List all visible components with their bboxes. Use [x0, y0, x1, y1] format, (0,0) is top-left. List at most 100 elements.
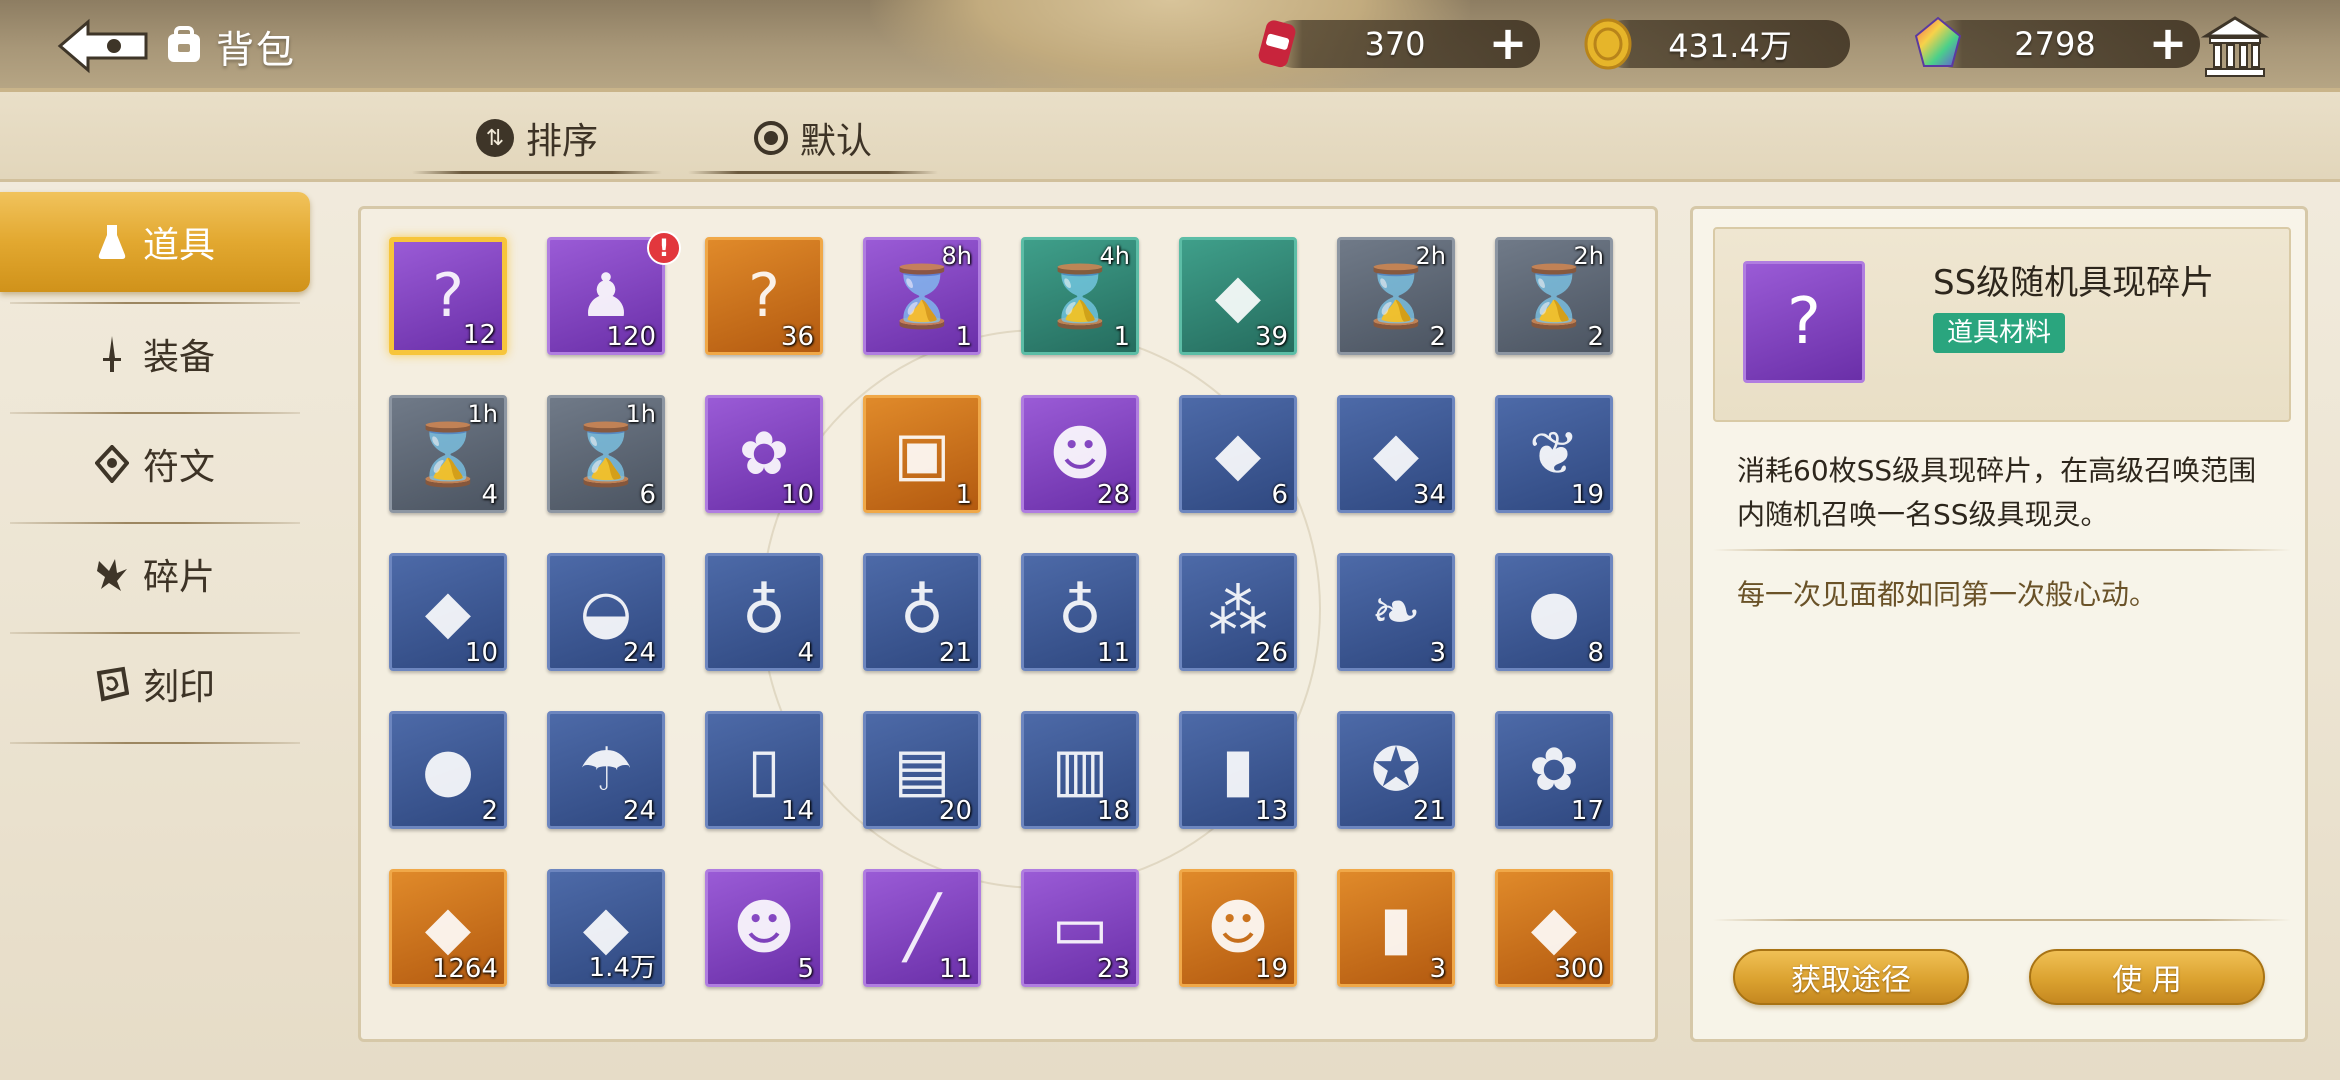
radio-selected-icon [753, 121, 788, 155]
item-grid-panel: ? 12 ♟ 120!? 36 ⌛ 8h 1 ⌛ 4h 1 ◆ 39 ⌛ 2h 2 ⌛ 2h 2 ⌛ 1h 4 ⌛ 1h 6 ✿ 1… [358, 206, 1658, 1042]
inventory-item[interactable]: ⌛ 1h 4 [389, 395, 507, 513]
inventory-item[interactable]: ❦ 19 [1495, 395, 1613, 513]
back-button[interactable] [52, 14, 156, 78]
inventory-item[interactable]: ⌛ 2h 2 [1337, 237, 1455, 355]
inventory-item[interactable]: ♁ 21 [863, 553, 981, 671]
inventory-item[interactable]: ♁ 4 [705, 553, 823, 671]
currency-gem: 2798 + [1914, 16, 2200, 68]
item-count: 3 [1429, 954, 1446, 984]
museum-icon [2200, 16, 2270, 77]
museum-button[interactable] [2200, 12, 2270, 82]
inventory-item[interactable]: ▥ 18 [1021, 711, 1139, 829]
backpack-icon [168, 26, 200, 62]
category-item-props[interactable]: 道具 [0, 192, 310, 292]
inventory-item[interactable]: ⌛ 4h 1 [1021, 237, 1139, 355]
item-count: 26 [1254, 638, 1288, 668]
inventory-item[interactable]: ◆ 1264 [389, 869, 507, 987]
inventory-item[interactable]: ▤ 20 [863, 711, 981, 829]
detail-divider [1713, 549, 2291, 551]
item-count: 6 [639, 480, 656, 510]
item-count: 8 [1587, 638, 1604, 668]
inventory-item[interactable]: ⌛ 1h 6 [547, 395, 665, 513]
item-count: 19 [1570, 480, 1604, 510]
item-count: 2 [1429, 322, 1446, 352]
inventory-item[interactable]: ☂ 24 [547, 711, 665, 829]
item-count: 10 [464, 638, 498, 668]
detail-thumbnail: ? [1743, 261, 1865, 383]
gold-coin-icon [1584, 18, 1632, 70]
item-count: 18 [1096, 796, 1130, 826]
inventory-item[interactable]: ▮ 3 [1337, 869, 1455, 987]
item-count: 5 [797, 954, 814, 984]
inventory-item[interactable]: ⌛ 8h 1 [863, 237, 981, 355]
energy-can-icon [1258, 20, 1296, 68]
inventory-item[interactable]: ♟ 120 [547, 237, 665, 355]
rune-icon [94, 444, 129, 484]
item-count: 28 [1096, 480, 1130, 510]
inventory-item[interactable]: ☻ 28 [1021, 395, 1139, 513]
inventory-item[interactable]: ☻ 5 [705, 869, 823, 987]
inventory-item[interactable]: ◆ 10 [389, 553, 507, 671]
use-button[interactable]: 使 用 [2029, 949, 2265, 1005]
item-count: 39 [1254, 322, 1288, 352]
item-count: 4 [481, 480, 498, 510]
inventory-item[interactable]: ◆ 1.4万 [547, 869, 665, 987]
item-count: 300 [1554, 954, 1604, 984]
inventory-item[interactable]: ✿ 17 [1495, 711, 1613, 829]
default-order-label: 默认 [799, 121, 872, 162]
item-count: 34 [1412, 480, 1446, 510]
inventory-item[interactable]: ● 2 [389, 711, 507, 829]
inventory-item[interactable]: ▭ 23 [1021, 869, 1139, 987]
item-detail-panel: ? SS级随机具现碎片 道具材料 消耗60枚SS级具现碎片，在高级召唤范围内随机… [1690, 206, 2308, 1042]
inventory-item[interactable]: ? 12 [389, 237, 507, 355]
inventory-item[interactable]: ▯ 14 [705, 711, 823, 829]
category-item-equipment[interactable]: 装备 [0, 304, 310, 404]
detail-item-name: SS级随机具现碎片 [1933, 263, 2215, 303]
inventory-item[interactable]: ◆ 39 [1179, 237, 1297, 355]
inventory-item[interactable]: ☻ 19 [1179, 869, 1297, 987]
category-divider [10, 736, 300, 750]
inventory-item[interactable]: ❧ 3 [1337, 553, 1455, 671]
inventory-item[interactable]: ◆ 300 [1495, 869, 1613, 987]
detail-description: 消耗60枚SS级具现碎片，在高级召唤范围内随机召唤一名SS级具现灵。 [1737, 454, 2257, 531]
inventory-item[interactable]: ✿ 10 [705, 395, 823, 513]
category-sidebar: 道具 装备 符文 碎片 刻印 [0, 192, 320, 752]
category-item-runes[interactable]: 符文 [0, 414, 310, 514]
detail-divider [1713, 919, 2291, 921]
inventory-item[interactable]: ▮ 13 [1179, 711, 1297, 829]
category-item-shards[interactable]: 碎片 [0, 524, 310, 624]
sort-label: 排序 [525, 121, 598, 162]
item-count: 17 [1570, 796, 1604, 826]
inventory-item[interactable]: ♁ 11 [1021, 553, 1139, 671]
default-order-button[interactable]: 默认 [688, 112, 938, 174]
item-count: 2 [481, 796, 498, 826]
item-count: 12 [462, 320, 496, 350]
item-grid[interactable]: ? 12 ♟ 120!? 36 ⌛ 8h 1 ⌛ 4h 1 ◆ 39 ⌛ 2h 2 ⌛ 2h 2 ⌛ 1h 4 ⌛ 1h 6 ✿ 1… [361, 209, 1655, 995]
item-count: 21 [938, 638, 972, 668]
category-item-seals[interactable]: 刻印 [0, 634, 310, 734]
seal-icon [95, 664, 129, 704]
inventory-item[interactable]: ╱ 11 [863, 869, 981, 987]
item-count: 3 [1429, 638, 1446, 668]
inventory-item[interactable]: ◆ 6 [1179, 395, 1297, 513]
obtain-source-button[interactable]: 获取途径 [1733, 949, 1969, 1005]
gem-add-button[interactable]: + [2146, 20, 2190, 66]
item-count: 1 [955, 322, 972, 352]
inventory-item[interactable]: ◆ 34 [1337, 395, 1455, 513]
sort-icon: ⇅ [475, 119, 514, 157]
inventory-item[interactable]: ✪ 21 [1337, 711, 1455, 829]
energy-add-button[interactable]: + [1486, 20, 1530, 66]
inventory-item[interactable]: ⌛ 2h 2 [1495, 237, 1613, 355]
inventory-item[interactable]: ● 8 [1495, 553, 1613, 671]
category-label-shards: 碎片 [142, 557, 215, 598]
inventory-item[interactable]: ? 36 [705, 237, 823, 355]
inventory-item[interactable]: ▣ 1 [863, 395, 981, 513]
sort-button[interactable]: ⇅ 排序 [412, 112, 662, 174]
item-count: 10 [780, 480, 814, 510]
top-bar: 背包 370 + 431.4万 2798 + [0, 0, 2340, 110]
item-count: 19 [1254, 954, 1288, 984]
inventory-item[interactable]: ◒ 24 [547, 553, 665, 671]
inventory-item[interactable]: ⁂ 26 [1179, 553, 1297, 671]
item-count: 20 [938, 796, 972, 826]
currency-energy: 370 + [1258, 20, 1540, 68]
